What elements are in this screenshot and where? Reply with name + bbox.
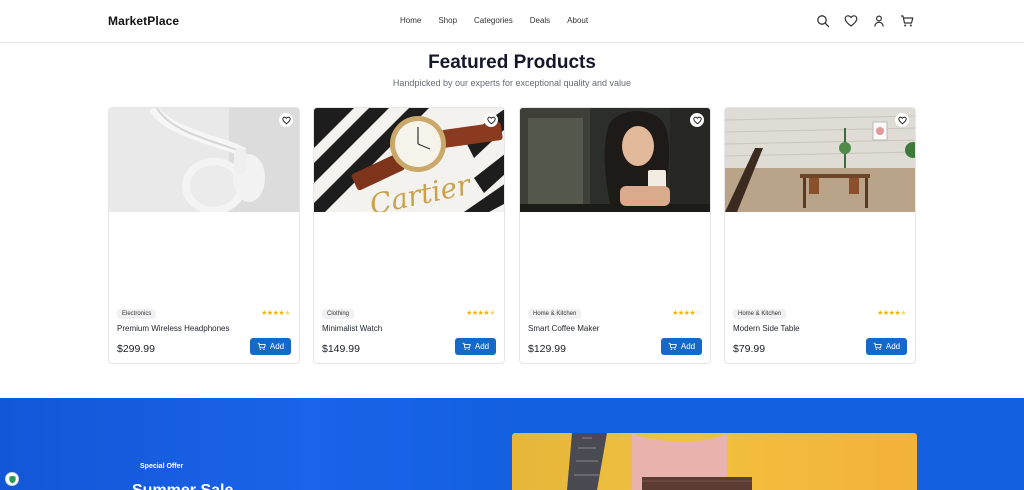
product-card[interactable]: Home & Kitchen ★★★★☆ Smart Coffee Maker … — [519, 107, 711, 364]
promo-heading: Summer Sale — [132, 482, 233, 490]
section-title: Featured Products — [428, 52, 596, 73]
product-card[interactable]: Cartier Clothing ★★★★★ Minimalist Watch … — [313, 107, 505, 364]
cart-icon — [873, 342, 882, 351]
star-rating: ★★★★★ — [466, 310, 495, 317]
promo-label: Special Offer — [140, 463, 184, 470]
add-label: Add — [269, 342, 285, 351]
heart-icon — [486, 116, 496, 124]
heart-icon — [281, 116, 291, 124]
site-logo[interactable]: MarketPlace — [108, 14, 179, 28]
product-card[interactable]: Home & Kitchen ★★★★★ Modern Side Table $… — [724, 107, 916, 364]
cart-icon — [462, 342, 471, 351]
add-to-cart-button[interactable]: Add — [250, 338, 291, 355]
nav-link-about[interactable]: About — [567, 16, 588, 25]
promo-image — [512, 433, 917, 490]
cart-icon — [668, 342, 677, 351]
heart-icon — [897, 116, 907, 124]
product-image-watch[interactable]: Cartier — [314, 108, 504, 212]
product-name[interactable]: Premium Wireless Headphones — [117, 324, 230, 333]
product-price: $79.99 — [733, 343, 766, 355]
star-rating: ★★★★★ — [261, 310, 290, 317]
wishlist-button[interactable] — [895, 113, 909, 127]
header-actions — [816, 14, 914, 28]
add-label: Add — [474, 342, 490, 351]
wishlist-button[interactable] — [690, 113, 704, 127]
product-price: $149.99 — [322, 343, 360, 355]
heart-icon — [692, 116, 702, 124]
product-image-table[interactable] — [725, 108, 915, 212]
heart-icon[interactable] — [844, 14, 858, 28]
promo-banner: Special Offer Summer Sale — [0, 398, 1024, 490]
category-badge: Home & Kitchen — [733, 309, 787, 319]
add-label: Add — [885, 342, 901, 351]
product-image-headphones[interactable] — [109, 108, 299, 212]
category-badge: Home & Kitchen — [528, 309, 582, 319]
nav-link-shop[interactable]: Shop — [438, 16, 457, 25]
cart-icon[interactable] — [900, 14, 914, 28]
main-nav: Home Shop Categories Deals About — [400, 16, 588, 25]
nav-link-deals[interactable]: Deals — [530, 16, 550, 25]
user-icon[interactable] — [872, 14, 886, 28]
product-name[interactable]: Smart Coffee Maker — [528, 324, 599, 333]
product-card[interactable]: Electronics ★★★★★ Premium Wireless Headp… — [108, 107, 300, 364]
product-price: $299.99 — [117, 343, 155, 355]
add-to-cart-button[interactable]: Add — [661, 338, 702, 355]
product-name[interactable]: Modern Side Table — [733, 324, 800, 333]
add-to-cart-button[interactable]: Add — [866, 338, 907, 355]
product-name[interactable]: Minimalist Watch — [322, 324, 382, 333]
cart-icon — [257, 342, 266, 351]
star-rating: ★★★★★ — [877, 310, 906, 317]
category-badge: Clothing — [322, 309, 355, 319]
wishlist-button[interactable] — [279, 113, 293, 127]
nav-link-categories[interactable]: Categories — [474, 16, 513, 25]
site-header: MarketPlace Home Shop Categories Deals A… — [0, 0, 1024, 43]
promo-background — [0, 398, 520, 490]
nav-link-home[interactable]: Home — [400, 16, 421, 25]
shield-icon[interactable] — [5, 472, 19, 486]
wishlist-button[interactable] — [484, 113, 498, 127]
section-subtitle: Handpicked by our experts for exceptiona… — [392, 78, 632, 88]
search-icon[interactable] — [816, 14, 830, 28]
category-badge: Electronics — [117, 309, 157, 319]
product-price: $129.99 — [528, 343, 566, 355]
add-label: Add — [680, 342, 696, 351]
add-to-cart-button[interactable]: Add — [455, 338, 496, 355]
product-image-coffee[interactable] — [520, 108, 710, 212]
star-rating: ★★★★☆ — [672, 310, 701, 317]
